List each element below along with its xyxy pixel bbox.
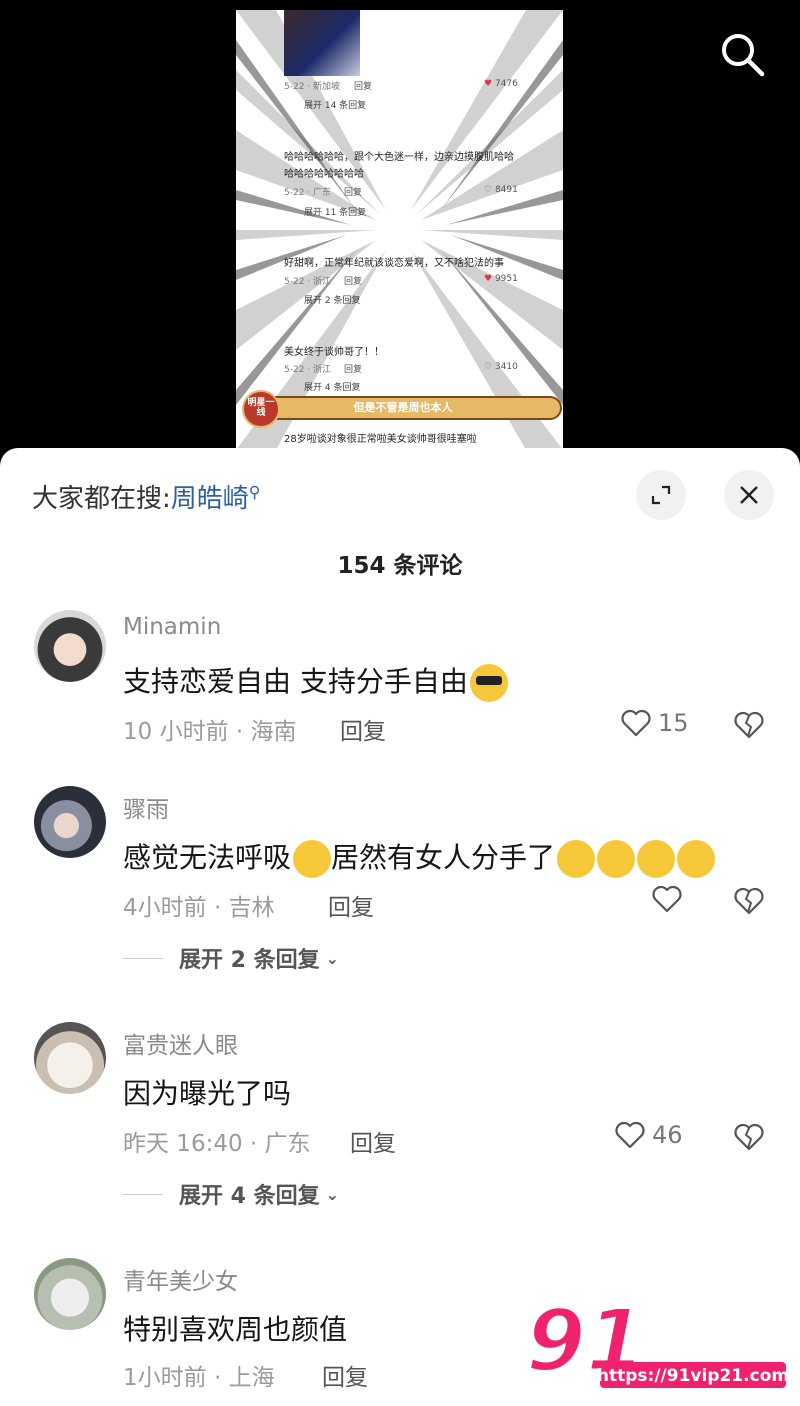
search-small-icon: ⚲ bbox=[248, 482, 261, 502]
crying-emoji-icon bbox=[637, 840, 676, 878]
comment-username[interactable]: 富贵迷人眼 bbox=[123, 1026, 238, 1060]
suggestion-prefix: 大家都在搜: bbox=[32, 484, 171, 514]
suggestion-keyword[interactable]: 周皓崎 bbox=[171, 484, 249, 514]
avatar[interactable] bbox=[34, 1022, 106, 1094]
broken-heart-icon[interactable] bbox=[733, 710, 765, 740]
divider bbox=[123, 1193, 163, 1195]
like-button[interactable]: 46 bbox=[614, 1120, 683, 1150]
video-comment-reply: 回复 bbox=[354, 82, 373, 92]
video-comment-likes: ♥ 9951 bbox=[484, 274, 518, 284]
comment-meta: 1小时前 · 上海 bbox=[123, 1365, 275, 1391]
like-count: 15 bbox=[658, 709, 689, 737]
search-icon[interactable] bbox=[716, 28, 768, 80]
reply-button[interactable]: 回复 bbox=[322, 1358, 368, 1392]
comment-meta: 昨天 16:40 · 广东 bbox=[123, 1131, 311, 1157]
like-count: 46 bbox=[652, 1121, 683, 1149]
comment-count: 154 条评论 bbox=[337, 553, 463, 579]
chevron-down-icon: ⌄ bbox=[325, 1184, 340, 1204]
banner-badge: 明星一线 bbox=[242, 390, 280, 428]
video-comment-expand: 展开 2 条回复 bbox=[304, 296, 361, 306]
avatar[interactable] bbox=[34, 1258, 106, 1330]
like-button[interactable]: 15 bbox=[620, 708, 689, 738]
video-comment-expand: 展开 4 条回复 bbox=[304, 383, 361, 393]
video-comment-reply: 回复 bbox=[344, 277, 363, 287]
chevron-down-icon: ⌄ bbox=[325, 948, 340, 968]
expand-button[interactable] bbox=[636, 470, 686, 520]
video-comment-reply: 回复 bbox=[344, 365, 363, 375]
expand-icon bbox=[651, 485, 671, 505]
video-comment-expand: 展开 11 条回复 bbox=[304, 208, 367, 218]
reply-button[interactable]: 回复 bbox=[350, 1124, 396, 1158]
video-comment-text: 好甜啊，正常年纪就该谈恋爱啊，又不啥犯法的事 bbox=[284, 258, 504, 269]
crying-emoji-icon bbox=[597, 840, 636, 878]
video-comment-meta: 5-22 · 浙江 bbox=[284, 365, 332, 375]
heart-icon bbox=[621, 709, 651, 737]
crying-emoji-icon bbox=[677, 840, 716, 878]
comment-username[interactable]: Minamin bbox=[123, 614, 221, 640]
video-comment-meta: 5-22 · 新加坡 bbox=[284, 82, 341, 92]
video-comment-text: 哈哈哈哈哈哈哈哈 bbox=[284, 169, 364, 180]
divider bbox=[123, 957, 163, 959]
comment-text: 支持恋爱自由 支持分手自由 bbox=[123, 660, 508, 702]
heart-icon bbox=[615, 1121, 645, 1149]
sunglasses-emoji-icon bbox=[469, 664, 508, 702]
svg-text:吃瓜中心: 吃瓜中心 bbox=[622, 1321, 759, 1361]
svg-text:https://91vip21.com: https://91vip21.com bbox=[597, 1366, 789, 1386]
comment-username[interactable]: 骤雨 bbox=[123, 790, 169, 824]
close-icon bbox=[740, 486, 758, 504]
comment-meta: 4小时前 · 吉林 bbox=[123, 895, 275, 921]
video-comment-likes: ♡ 8491 bbox=[484, 185, 518, 195]
comment-text: 感觉无法呼吸 居然有女人分手了 bbox=[123, 836, 716, 878]
watermark-logo: 91 吃瓜中心 https://91vip21.com bbox=[525, 1290, 790, 1393]
comment-text: 因为曝光了吗 bbox=[123, 1077, 292, 1110]
avatar[interactable] bbox=[34, 610, 106, 682]
video-player[interactable]: 5-22 · 新加坡 回复 ♥ 7476 展开 14 条回复 哈哈哈哈哈哈，跟个… bbox=[0, 0, 800, 450]
video-comment-reply: 回复 bbox=[344, 188, 363, 198]
crying-emoji-icon bbox=[557, 840, 596, 878]
video-comment-likes: ♡ 3410 bbox=[484, 362, 518, 372]
close-button[interactable] bbox=[724, 470, 774, 520]
search-suggestion[interactable]: 大家都在搜:周皓崎⚲ bbox=[32, 478, 261, 515]
video-comment-expand: 展开 14 条回复 bbox=[304, 101, 367, 111]
video-comment-image bbox=[284, 10, 360, 76]
video-comment-text: 美女终于谈帅哥了！！ bbox=[284, 347, 384, 358]
crying-emoji-icon bbox=[293, 840, 332, 878]
video-frame: 5-22 · 新加坡 回复 ♥ 7476 展开 14 条回复 哈哈哈哈哈哈，跟个… bbox=[236, 10, 563, 450]
avatar[interactable] bbox=[34, 786, 106, 858]
broken-heart-icon[interactable] bbox=[733, 886, 765, 916]
broken-heart-icon[interactable] bbox=[733, 1122, 765, 1152]
video-comment-text: 哈哈哈哈哈哈，跟个大色迷一样，边亲边摸腹肌哈哈 bbox=[284, 152, 514, 163]
video-comment-meta: 5-22 · 广东 bbox=[284, 188, 332, 198]
banner-text: 但是不管是周也本人 bbox=[353, 401, 453, 414]
reply-button[interactable]: 回复 bbox=[340, 712, 386, 746]
heart-icon bbox=[652, 885, 682, 913]
comment-sheet: 大家都在搜:周皓崎⚲ 154 条评论 Minamin 支持恋爱自由 支持分手自由… bbox=[0, 448, 800, 1406]
comment-text: 特别喜欢周也颜值 bbox=[123, 1313, 348, 1346]
expand-replies-button[interactable]: 展开 2 条回复 ⌄ bbox=[123, 942, 339, 974]
comment-meta: 10 小时前 · 海南 bbox=[123, 719, 297, 745]
speed-lines-burst bbox=[236, 10, 563, 450]
expand-label: 展开 2 条回复 bbox=[179, 948, 320, 973]
video-caption-banner: 明星一线 但是不管是周也本人 bbox=[242, 390, 562, 428]
reply-button[interactable]: 回复 bbox=[328, 888, 374, 922]
video-comment-text: 28岁啦谈对象很正常啦美女谈帅哥很哇塞啦 bbox=[284, 434, 477, 445]
comment-username[interactable]: 青年美少女 bbox=[123, 1262, 238, 1296]
video-comment-likes: ♥ 7476 bbox=[484, 79, 518, 89]
expand-replies-button[interactable]: 展开 4 条回复 ⌄ bbox=[123, 1178, 339, 1210]
like-button[interactable] bbox=[651, 884, 689, 914]
video-comment-meta: 5-22 · 浙江 bbox=[284, 277, 332, 287]
expand-label: 展开 4 条回复 bbox=[179, 1184, 320, 1209]
